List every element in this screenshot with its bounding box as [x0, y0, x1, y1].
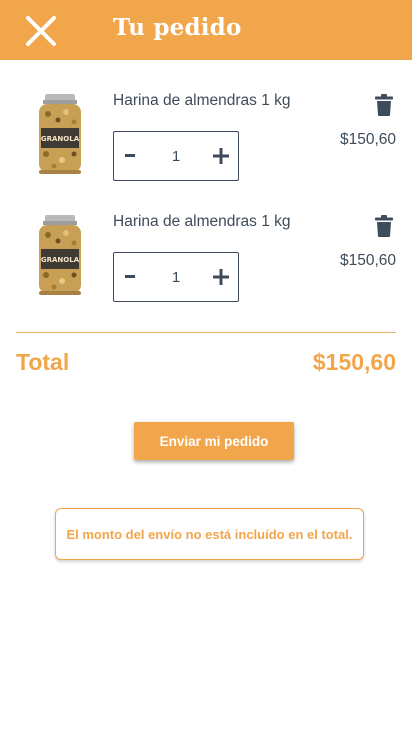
plus-icon	[213, 148, 229, 164]
jar-label: GRANOLA	[41, 256, 80, 264]
close-button[interactable]	[22, 12, 60, 50]
minus-icon	[125, 154, 135, 157]
plus-icon	[213, 269, 229, 285]
quantity-stepper: 1	[113, 131, 239, 181]
quantity-value[interactable]: 1	[154, 132, 198, 180]
trash-icon	[375, 215, 393, 237]
quantity-value[interactable]: 1	[154, 253, 198, 301]
increase-quantity-button[interactable]	[204, 253, 238, 301]
product-image: GRANOLA	[39, 94, 81, 174]
decrease-quantity-button[interactable]	[114, 253, 148, 301]
item-price: $150,60	[339, 252, 396, 269]
jar-label: GRANOLA	[41, 135, 80, 143]
total-label: Total	[16, 349, 70, 375]
delete-item-button[interactable]	[375, 215, 393, 237]
divider	[16, 332, 396, 333]
item-name: Harina de almendras 1 kg	[113, 92, 291, 109]
minus-icon	[125, 275, 135, 278]
trash-icon	[375, 94, 393, 116]
increase-quantity-button[interactable]	[204, 132, 238, 180]
page-title: Tu pedido	[113, 14, 242, 41]
item-name: Harina de almendras 1 kg	[113, 213, 291, 230]
close-icon	[26, 16, 56, 46]
total-value: $150,60	[312, 349, 396, 375]
delete-item-button[interactable]	[375, 94, 393, 116]
cart-item: GRANOLA Harina de almendras 1 kg 1 $150,…	[0, 84, 412, 194]
decrease-quantity-button[interactable]	[114, 132, 148, 180]
app-header: Tu pedido	[0, 0, 412, 60]
product-image: GRANOLA	[39, 215, 81, 295]
shipping-notice: El monto del envío no está incluído en e…	[55, 508, 364, 560]
quantity-stepper: 1	[113, 252, 239, 302]
cart-item: GRANOLA Harina de almendras 1 kg 1 $150,…	[0, 205, 412, 315]
item-price: $150,60	[339, 131, 396, 148]
send-order-button[interactable]: Enviar mi pedido	[134, 422, 294, 460]
